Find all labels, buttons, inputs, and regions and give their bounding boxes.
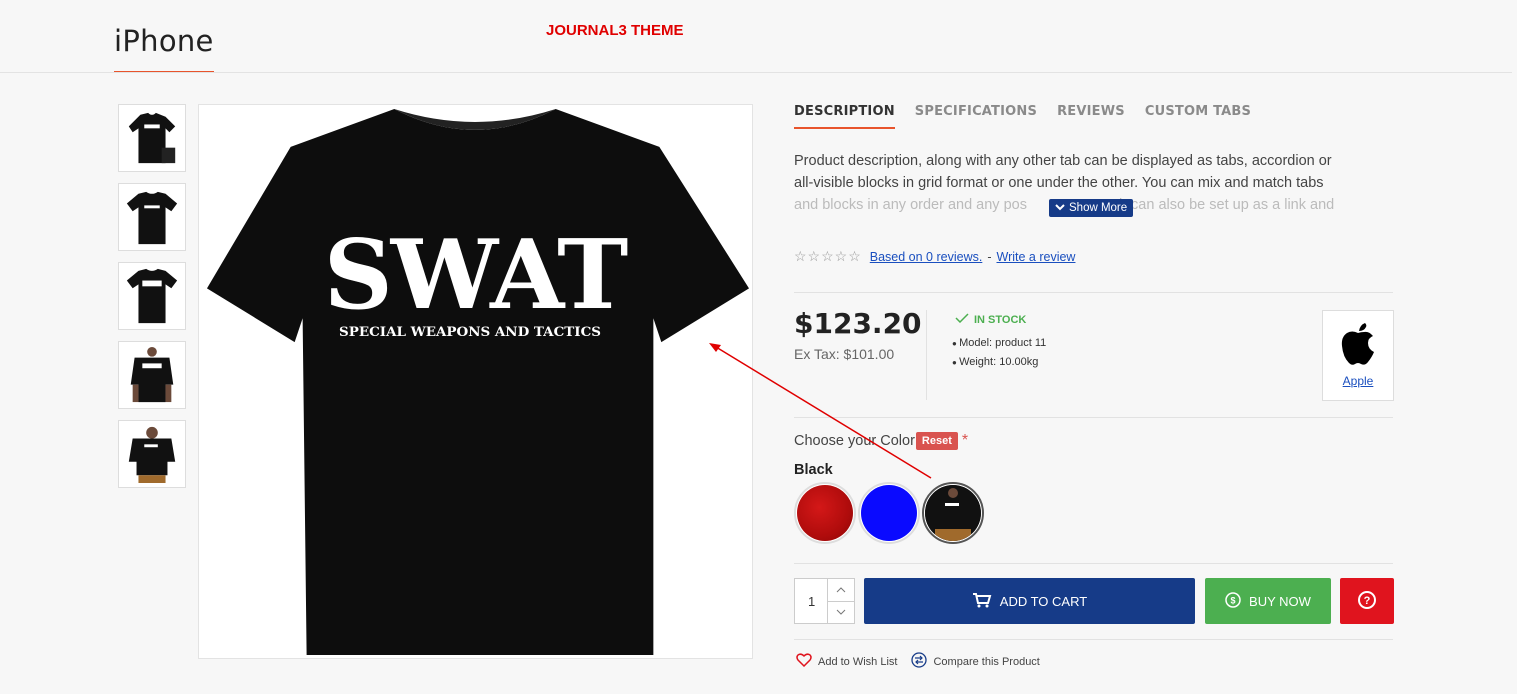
chevron-up-icon [836,587,846,593]
swatch-fill [797,485,853,541]
selected-color-value: Black [794,462,833,478]
reset-button[interactable]: Reset [915,432,958,450]
description-line: Product description, along with any othe… [794,153,1332,169]
product-stats: Model: product 11 Weight: 10.00kg [952,334,1046,372]
color-swatch-blue[interactable] [858,482,920,544]
tab-reviews[interactable]: REVIEWS [1057,104,1125,129]
dollar-circle-icon: $ [1225,591,1241,611]
quantity-up-button[interactable] [828,579,854,602]
tshirt-swatch-icon [925,485,981,541]
vertical-divider [926,310,927,400]
tshirt-headline: SWAT [324,218,628,331]
compare-icon [911,652,928,671]
product-links: Add to Wish List Compare this Product [796,652,1040,671]
product-price: $123.20 [794,307,922,340]
header-divider [0,72,1512,73]
heart-icon [796,653,812,670]
checkmark-icon [955,313,969,326]
divider [794,417,1393,418]
color-option-label: Choose your Color Reset * [794,432,968,450]
tshirt-thumb-icon [126,191,178,245]
tab-description[interactable]: DESCRIPTION [794,104,895,129]
color-swatch-red[interactable] [794,482,856,544]
color-swatches [794,482,984,544]
reviews-link[interactable]: Based on 0 reviews. [870,250,983,264]
question-circle-icon: ? [1357,590,1377,613]
rating-separator: - [987,249,992,264]
thumbnail-1[interactable] [118,104,186,172]
tab-custom-tabs[interactable]: CUSTOM TABS [1145,104,1251,129]
model-info: Model: product 11 [952,334,1046,353]
brand-box[interactable]: Apple [1322,310,1394,401]
thumbnail-4[interactable] [118,341,186,409]
wishlist-label: Add to Wish List [818,655,898,668]
weight-info: Weight: 10.00kg [952,353,1046,372]
description-line: all-visible blocks in grid format or one… [794,175,1324,191]
show-more-label: Show More [1069,202,1128,214]
tshirt-image: SWAT SPECIAL WEAPONS AND TACTICS [206,108,750,656]
buy-now-label: BUY NOW [1249,593,1311,609]
tshirt-thumb-icon [126,268,178,324]
tshirt-thumb-icon [128,426,176,483]
svg-text:$: $ [1231,595,1236,605]
wishlist-link[interactable]: Add to Wish List [796,652,897,671]
apple-logo-icon [1341,323,1374,365]
tshirt-thumb-icon [130,346,174,403]
tshirt-thumb-icon [128,112,176,164]
divider [794,292,1393,293]
svg-text:?: ? [1364,595,1371,607]
color-swatch-black[interactable] [922,482,984,544]
stock-label: IN STOCK [974,313,1027,326]
tab-specifications[interactable]: SPECIFICATIONS [915,104,1037,129]
stock-status: IN STOCK [955,313,1026,326]
rating-row: ☆☆☆☆☆ Based on 0 reviews. - Write a revi… [794,248,1075,265]
description-line-faded-end: h can also be set up as a link and [1118,197,1335,213]
chevron-down-icon [1055,202,1065,214]
required-marker: * [961,432,969,449]
divider [794,639,1393,640]
description-line-faded-start: and blocks in any order and any pos [794,197,1027,213]
price-ex-tax: Ex Tax: $101.00 [794,346,895,362]
page-title: iPhone [114,24,214,58]
thumbnail-2[interactable] [118,183,186,251]
quantity-input[interactable] [795,579,827,623]
divider [794,563,1393,564]
quantity-steps [827,579,854,623]
add-to-cart-label: ADD TO CART [999,593,1088,609]
quantity-stepper [794,578,855,624]
write-review-link[interactable]: Write a review [997,250,1076,264]
color-option-text: Choose your Color [794,433,915,449]
ask-question-button[interactable]: ? [1340,578,1394,624]
theme-label: JOURNAL3 THEME [546,22,684,39]
product-main-image[interactable]: SWAT SPECIAL WEAPONS AND TACTICS [198,104,753,659]
product-tabs: DESCRIPTION SPECIFICATIONS REVIEWS CUSTO… [794,104,1251,129]
cart-icon [972,592,992,611]
quantity-down-button[interactable] [828,602,854,624]
chevron-down-icon [836,609,846,615]
show-more-button[interactable]: Show More [1049,199,1134,217]
brand-link[interactable]: Apple [1323,374,1393,388]
buy-now-button[interactable]: $ BUY NOW [1205,578,1331,624]
swatch-fill [861,485,917,541]
compare-label: Compare this Product [933,655,1040,668]
swatch-fill [925,485,981,541]
thumbnail-5[interactable] [118,420,186,488]
compare-link[interactable]: Compare this Product [911,652,1040,671]
thumbnail-list [118,104,186,499]
thumbnail-3[interactable] [118,262,186,330]
star-rating-icon: ☆☆☆☆☆ [794,248,862,264]
add-to-cart-button[interactable]: ADD TO CART [864,578,1195,624]
tshirt-subline: SPECIAL WEAPONS AND TACTICS [339,324,601,340]
